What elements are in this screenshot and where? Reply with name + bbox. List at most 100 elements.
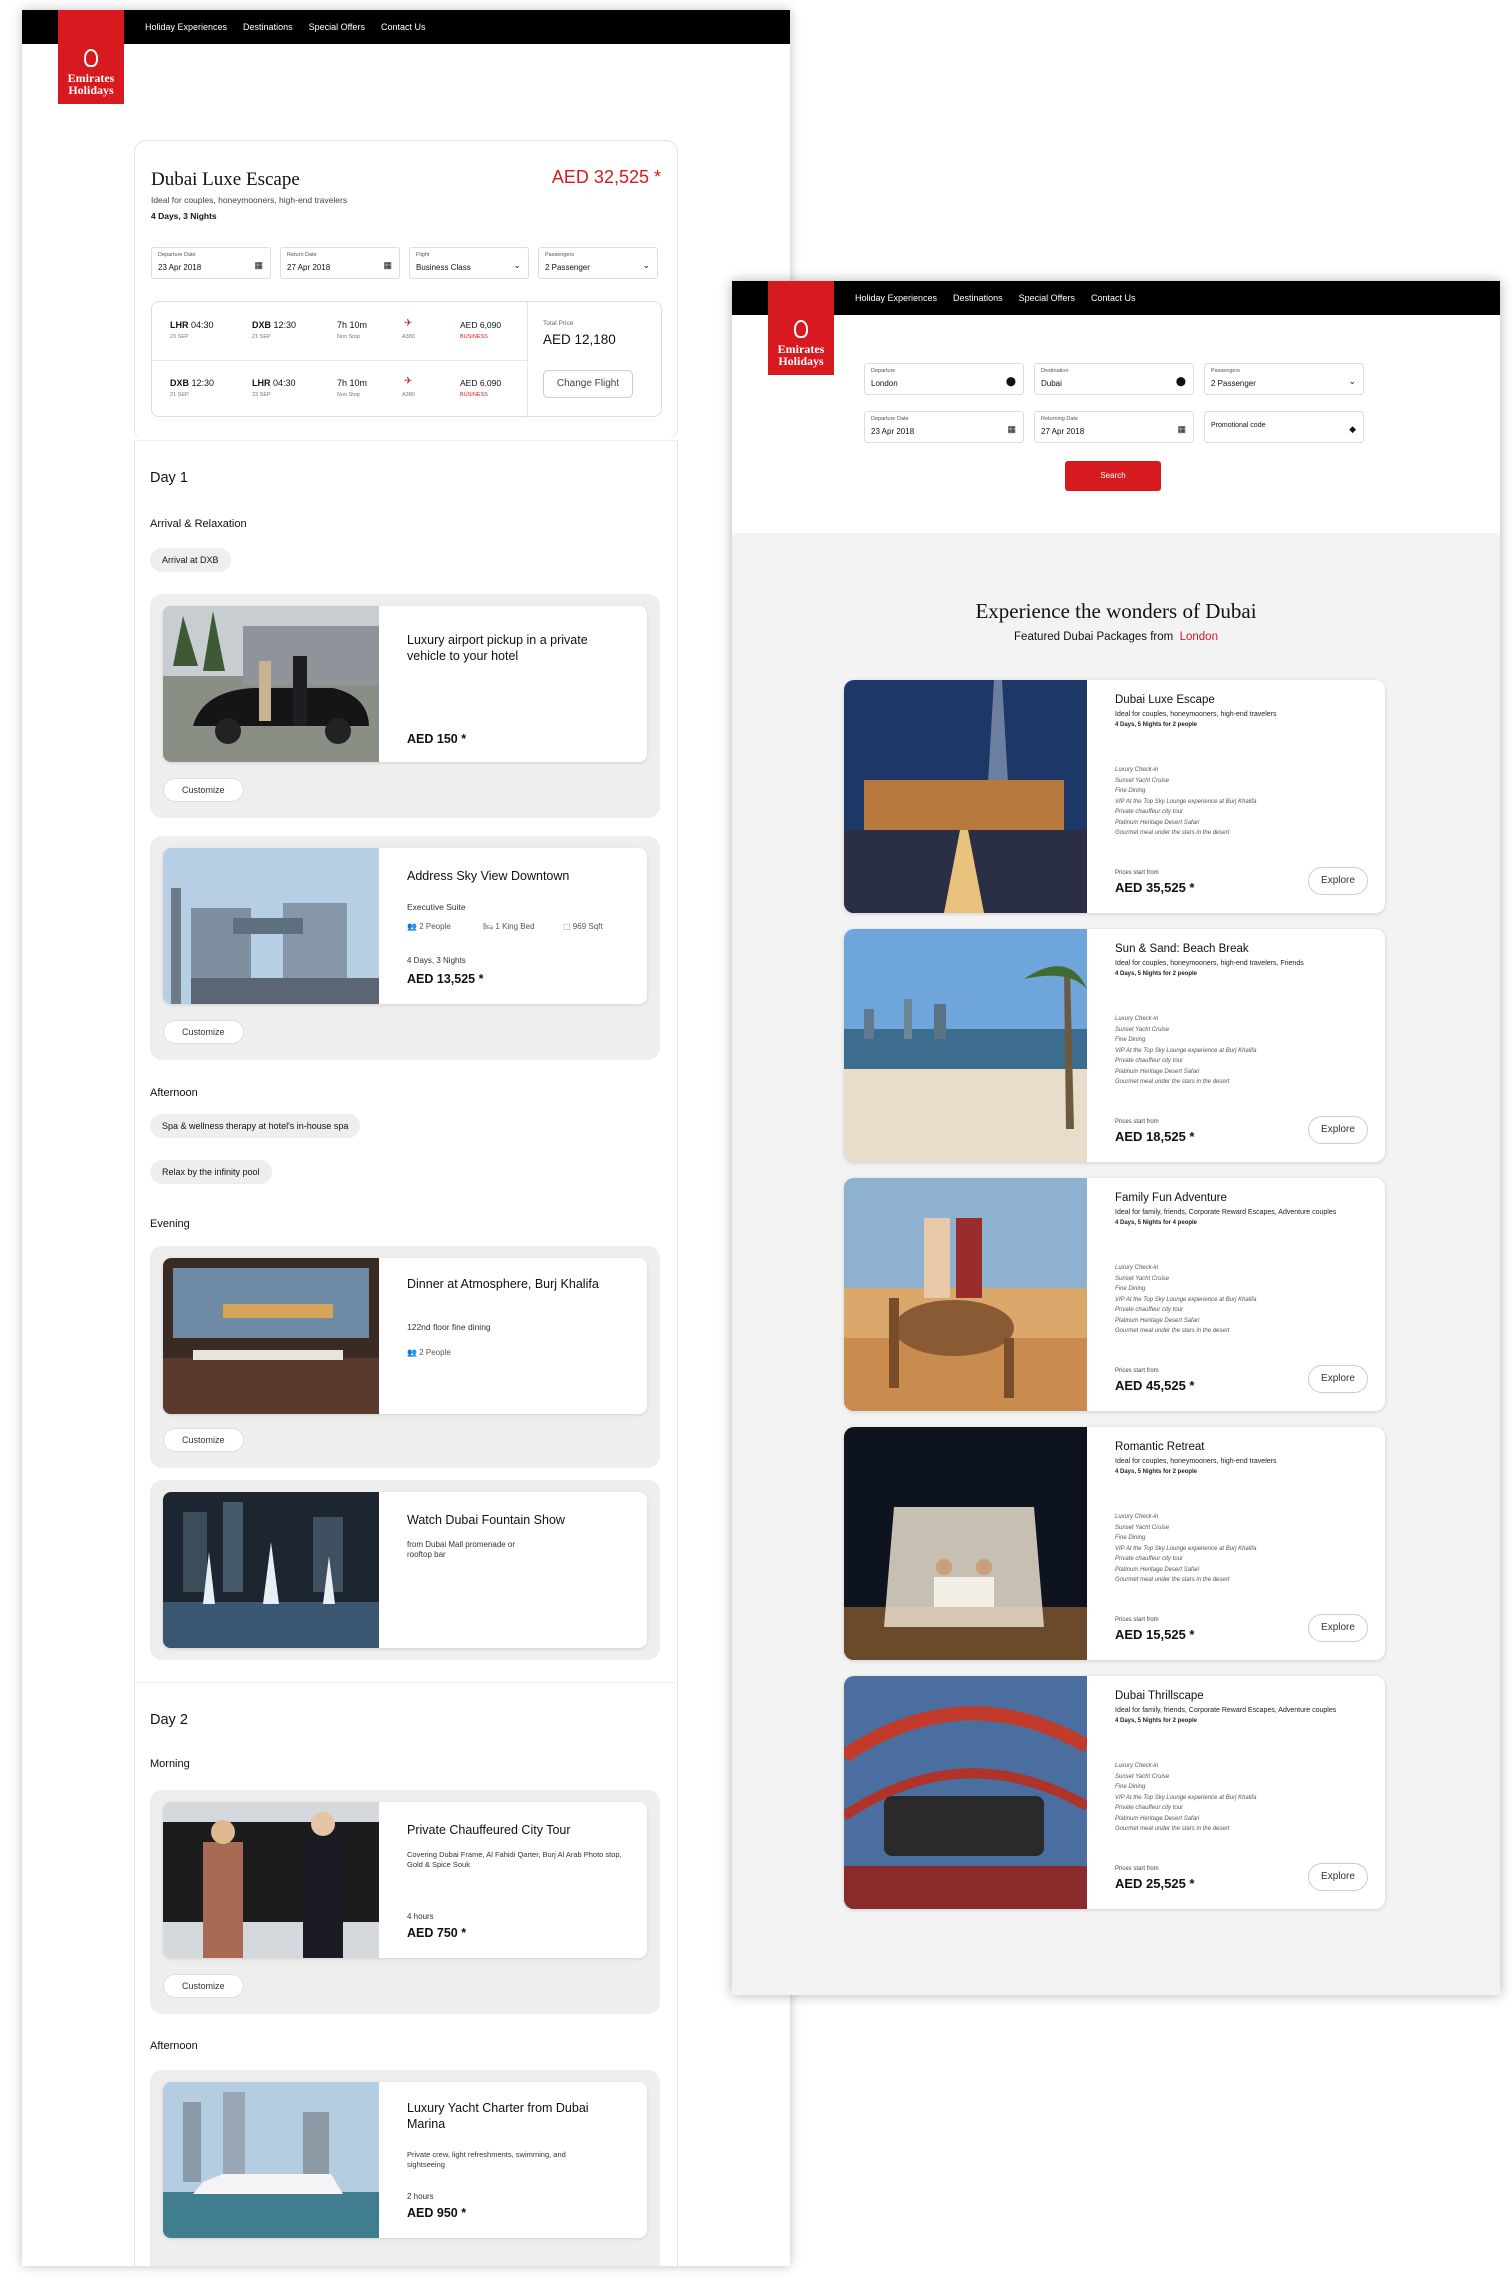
flight-row[interactable]: DXB 12:30 21 SEP LHR 04:30 23 SEP 7h 10m… <box>152 360 527 418</box>
tour-hours: 4 hours <box>407 1912 434 1921</box>
flight-arr-time: 12:30 <box>273 320 297 330</box>
feature-item: Luxury Check-in <box>1115 1763 1159 1769</box>
fountain-card[interactable]: Watch Dubai Fountain Show from Dubai Mal… <box>163 1492 647 1648</box>
explore-button[interactable]: Explore <box>1308 1614 1368 1642</box>
explore-button[interactable]: Explore <box>1308 1116 1368 1144</box>
day2-title: Day 2 <box>150 1712 188 1728</box>
package-card[interactable]: Dubai Luxe Escape Ideal for couples, hon… <box>844 680 1385 913</box>
passengers-select[interactable]: Passengers 2 Passenger ⌄ <box>1204 363 1364 395</box>
customize-button[interactable]: Customize <box>163 1020 244 1044</box>
dinner-people: 2 People <box>419 1348 451 1357</box>
arrival-pill[interactable]: Arrival at DXB <box>150 548 231 572</box>
feature-item: VIP At the Top Sky Lounge experience at … <box>1115 1296 1257 1303</box>
package-card[interactable]: Family Fun Adventure Ideal for family, f… <box>844 1178 1385 1411</box>
nav-special-offers[interactable]: Special Offers <box>309 22 365 32</box>
emirates-logo[interactable]: Emirates Holidays <box>58 10 124 104</box>
logo-line2: Holidays <box>778 354 824 368</box>
package-nights: 4 Days, 5 Nights for 2 people <box>1115 722 1198 728</box>
feature-item: Sunset Yacht Cruise <box>1115 1773 1170 1780</box>
pickup-title: Luxury airport pickup in a private vehic… <box>407 633 588 663</box>
yacht-photo <box>163 2082 379 2238</box>
promo-code-field[interactable]: Promotional code ◆ <box>1204 411 1364 443</box>
explore-button[interactable]: Explore <box>1308 1365 1368 1393</box>
feature-item: Private chauffeur city tour <box>1115 1058 1184 1064</box>
feature-item: Luxury Check-in <box>1115 1265 1159 1271</box>
package-card[interactable]: Dubai Thrillscape Ideal for family, frie… <box>844 1676 1385 1909</box>
passengers-value: 2 Passenger <box>545 263 590 272</box>
tour-card[interactable]: Private Chauffeured City Tour Covering D… <box>163 1802 647 1958</box>
nav-contact-us[interactable]: Contact Us <box>1091 293 1136 303</box>
spa-pill[interactable]: Spa & wellness therapy at hotel's in-hou… <box>150 1114 361 1138</box>
flight-dep-date: 21 SEP <box>170 392 189 398</box>
feature-item: Private chauffeur city tour <box>1115 1307 1184 1313</box>
passengers-label: Passengers <box>545 252 575 258</box>
chevron-down-icon: ⌄ <box>513 260 521 270</box>
hotel-block: Address Sky View Downtown Executive Suit… <box>150 836 660 1060</box>
customize-button[interactable]: Customize <box>163 1974 244 1998</box>
fountain-photo <box>163 1492 379 1648</box>
feature-item: VIP At the Top Sky Lounge experience at … <box>1115 798 1257 805</box>
prices-from-label: Prices start from <box>1115 1119 1159 1125</box>
return-date-value: 27 Apr 2018 <box>1041 427 1085 436</box>
flight-class: BUSINESS <box>460 334 488 340</box>
search-button[interactable]: Search <box>1065 461 1161 491</box>
feature-item: Fine Dining <box>1115 788 1146 794</box>
listing-city[interactable]: London <box>1180 631 1218 643</box>
flight-arr-date: 23 SEP <box>252 392 271 398</box>
departure-date-field[interactable]: Departure Date 23 Apr 2018 ▦ <box>151 247 271 279</box>
passengers-select[interactable]: Passengers 2 Passenger ⌄ <box>538 247 658 279</box>
nav-holiday-experiences[interactable]: Holiday Experiences <box>145 22 227 32</box>
flight-table: LHR 04:30 23 SEP DXB 12:30 21 SEP 7h 10m… <box>151 301 662 418</box>
change-flight-button[interactable]: Change Flight <box>543 370 633 398</box>
feature-item: Fine Dining <box>1115 1286 1146 1292</box>
total-price-label: Total Price <box>543 320 574 327</box>
people-icon: 👥 <box>407 1348 417 1357</box>
pool-pill[interactable]: Relax by the infinity pool <box>150 1160 272 1184</box>
explore-button[interactable]: Explore <box>1308 867 1368 895</box>
return-date-field[interactable]: Return Date 27 Apr 2018 ▦ <box>280 247 400 279</box>
customize-button[interactable]: Customize <box>163 778 244 802</box>
feature-item: Luxury Check-in <box>1115 767 1159 773</box>
emblem-icon <box>794 320 808 338</box>
package-title: Family Fun Adventure <box>1115 1192 1227 1204</box>
fountain-title: Watch Dubai Fountain Show <box>407 1513 565 1527</box>
chauffeur-photo <box>163 1802 379 1958</box>
pickup-price: AED 150 * <box>407 732 467 746</box>
nav-contact-us[interactable]: Contact Us <box>381 22 426 32</box>
calendar-icon: ▦ <box>254 260 263 270</box>
feature-item: Sunset Yacht Cruise <box>1115 1026 1170 1033</box>
hotel-card[interactable]: Address Sky View Downtown Executive Suit… <box>163 848 647 1004</box>
divider <box>134 1682 678 1683</box>
departure-field[interactable]: Departure London ⬤ <box>864 363 1024 395</box>
dinner-card[interactable]: Dinner at Atmosphere, Burj Khalifa 122nd… <box>163 1258 647 1414</box>
feature-item: Gourmet meal under the stars in the dese… <box>1115 1079 1230 1085</box>
yacht-card[interactable]: Luxury Yacht Charter from Dubai Marina P… <box>163 2082 647 2238</box>
feature-item: Sunset Yacht Cruise <box>1115 1275 1170 1282</box>
package-photo-thrill <box>844 1676 1087 1909</box>
return-date-field[interactable]: Returning Date 27 Apr 2018 ▦ <box>1034 411 1194 443</box>
package-card[interactable]: Sun & Sand: Beach Break Ideal for couple… <box>844 929 1385 1162</box>
feature-item: Luxury Check-in <box>1115 1016 1159 1022</box>
airline-icon: ✈ <box>404 376 413 387</box>
destination-field[interactable]: Destination Dubai ⬤ <box>1034 363 1194 395</box>
departure-date-field[interactable]: Departure Date 23 Apr 2018 ▦ <box>864 411 1024 443</box>
promo-code-label: Promotional code <box>1211 422 1266 429</box>
nav-holiday-experiences[interactable]: Holiday Experiences <box>855 293 937 303</box>
pickup-card[interactable]: Luxury airport pickup in a private vehic… <box>163 606 647 762</box>
customize-button[interactable]: Customize <box>163 1428 244 1452</box>
package-card[interactable]: Romantic Retreat Ideal for couples, hone… <box>844 1427 1385 1660</box>
dinner-photo <box>163 1258 379 1414</box>
flight-price: AED 6,090 <box>460 378 502 388</box>
package-photo-luxe <box>844 680 1087 913</box>
passengers-label: Passengers <box>1211 368 1241 374</box>
flight-class-select[interactable]: Flight Business Class ⌄ <box>409 247 529 279</box>
explore-button[interactable]: Explore <box>1308 1863 1368 1891</box>
yacht-desc: Private crew, light refreshments, swimmi… <box>407 2150 566 2169</box>
package-price: AED 45,525 * <box>1115 1378 1195 1393</box>
nav-destinations[interactable]: Destinations <box>243 22 293 32</box>
tour-desc: Covering Dubai Frame, Al Fahidi Qarter, … <box>407 1850 622 1869</box>
nav-special-offers[interactable]: Special Offers <box>1019 293 1075 303</box>
nav-destinations[interactable]: Destinations <box>953 293 1003 303</box>
flight-row[interactable]: LHR 04:30 23 SEP DXB 12:30 21 SEP 7h 10m… <box>152 302 527 360</box>
emirates-logo[interactable]: Emirates Holidays <box>768 281 834 375</box>
